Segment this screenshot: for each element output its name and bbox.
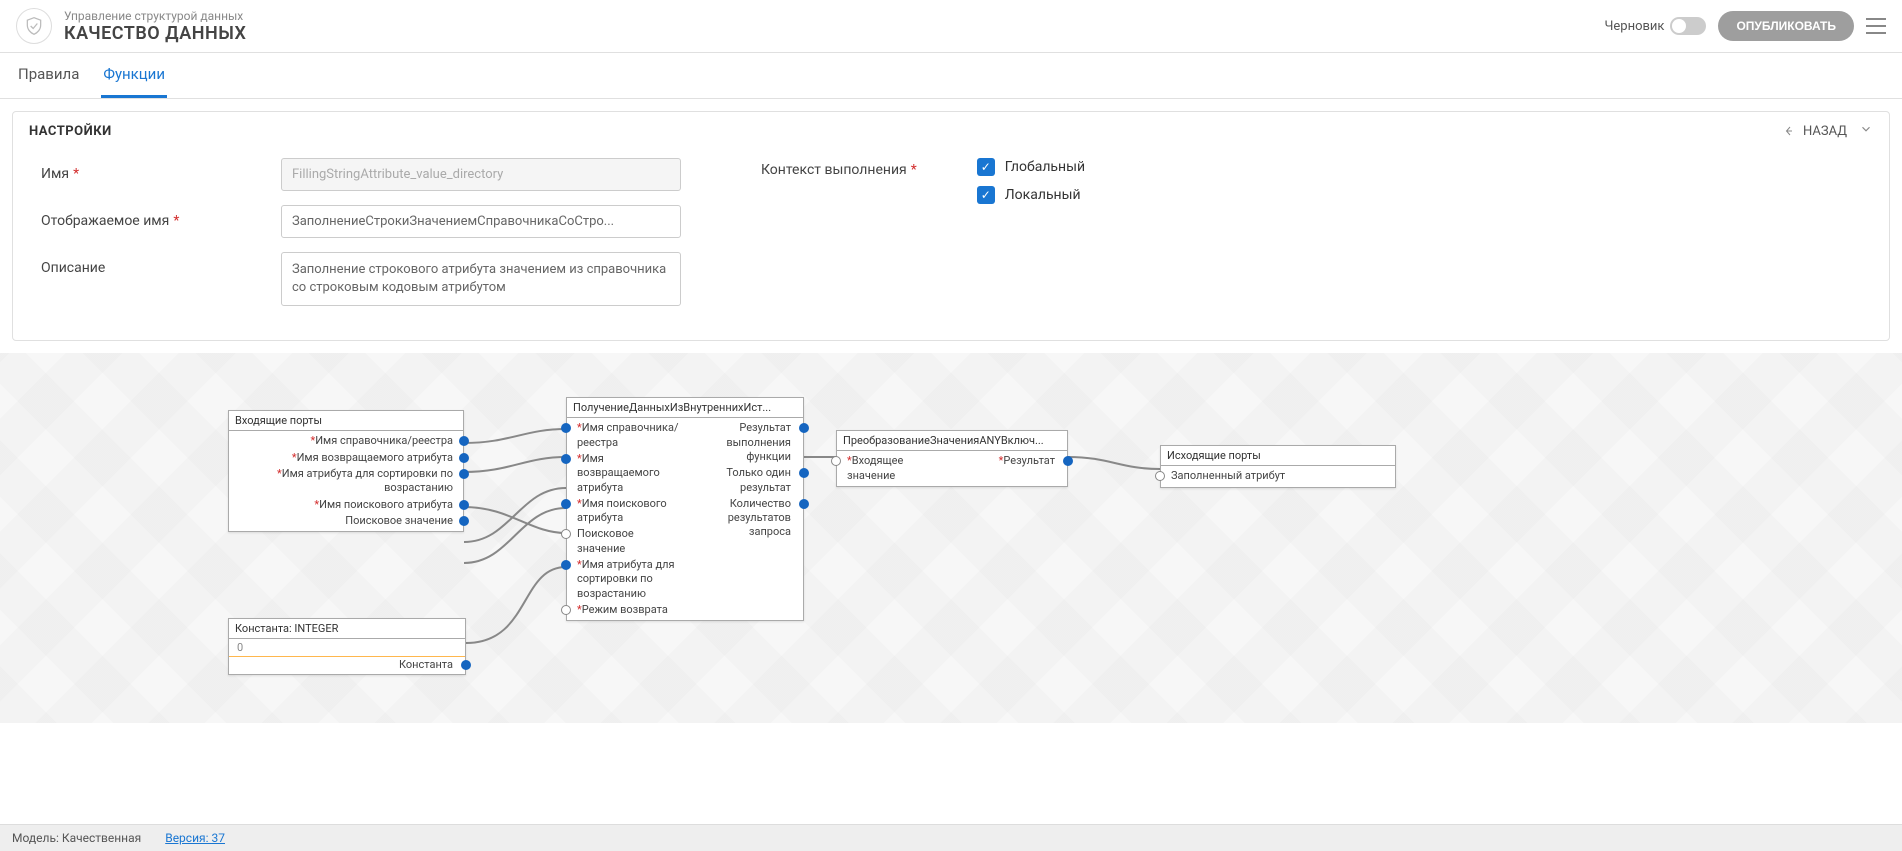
port-out[interactable]: *Результат (952, 453, 1067, 469)
port-in[interactable]: *Имя возвращаемого атрибута (567, 451, 690, 496)
tab-rules[interactable]: Правила (16, 53, 81, 98)
node-header: Входящие порты (229, 411, 463, 431)
port-out[interactable]: Результат выполнения функции (690, 420, 803, 465)
publish-button[interactable]: ОПУБЛИКОВАТЬ (1718, 11, 1854, 41)
port-out[interactable]: Только один результат (690, 465, 803, 496)
node-fetch[interactable]: ПолучениеДанныхИзВнутреннихИст... *Имя с… (566, 397, 804, 621)
display-label: Отображаемое имя* (41, 205, 281, 229)
node-transform[interactable]: ПреобразованиеЗначенияANYВключ... *Входя… (836, 430, 1068, 487)
constant-value: 0 (229, 639, 465, 657)
chevron-down-icon[interactable] (1859, 122, 1873, 140)
tab-functions[interactable]: Функции (101, 53, 167, 98)
toggle-switch[interactable] (1670, 17, 1706, 35)
status-bar: Модель: Качественная Версия: 37 (0, 824, 1902, 851)
check-icon: ✓ (977, 186, 995, 204)
hamburger-icon[interactable] (1866, 18, 1886, 34)
graph-canvas[interactable]: Входящие порты *Имя справочника/реестра … (0, 353, 1902, 723)
port-out[interactable]: *Имя возвращаемого атрибута (229, 450, 463, 466)
node-incoming-ports[interactable]: Входящие порты *Имя справочника/реестра … (228, 410, 464, 532)
name-label: Имя* (41, 158, 281, 182)
shield-icon (16, 8, 52, 44)
node-header: ПреобразованиеЗначенияANYВключ... (837, 431, 1067, 451)
check-icon: ✓ (977, 158, 995, 176)
checkbox-global[interactable]: ✓ Глобальный (977, 158, 1085, 176)
page-title: КАЧЕСТВО ДАННЫХ (64, 23, 1604, 44)
port-in[interactable]: *Имя справочника/реестра (567, 420, 690, 451)
port-out[interactable]: *Имя атрибута для сортировки по возраста… (229, 466, 463, 497)
port-in[interactable]: Заполненный атрибут (1161, 468, 1395, 484)
global-label: Глобальный (1005, 159, 1085, 175)
node-constant[interactable]: Константа: INTEGER 0 Константа (228, 618, 466, 674)
node-header: ПолучениеДанныхИзВнутреннихИст... (567, 398, 803, 418)
port-out[interactable]: *Имя поискового атрибута (229, 497, 463, 513)
port-in[interactable]: *Имя поискового атрибута (567, 496, 690, 527)
name-field: FillingStringAttribute_value_directory (281, 158, 681, 191)
display-field[interactable]: ЗаполнениеСтрокиЗначениемСправочникаСоСт… (281, 205, 681, 238)
node-header: Константа: INTEGER (229, 619, 465, 639)
context-label: Контекст выполнения* (761, 158, 917, 178)
tabs: Правила Функции (0, 53, 1902, 99)
desc-label: Описание (41, 252, 281, 276)
local-label: Локальный (1005, 187, 1081, 203)
port-out[interactable]: Количество результатов запроса (690, 496, 803, 541)
version-status[interactable]: Версия: 37 (165, 831, 225, 845)
back-button[interactable]: НАЗАД (1785, 124, 1847, 139)
panel-title: НАСТРОЙКИ (29, 124, 112, 139)
port-out[interactable]: *Имя справочника/реестра (229, 433, 463, 449)
draft-toggle[interactable]: Черновик (1604, 17, 1706, 35)
port-out[interactable]: Константа (229, 657, 465, 673)
app-header: Управление структурой данных КАЧЕСТВО ДА… (0, 0, 1902, 53)
port-in[interactable]: *Режим возврата (567, 602, 690, 618)
draft-label: Черновик (1604, 19, 1664, 34)
port-out[interactable]: Поисковое значение (229, 513, 463, 529)
back-label: НАЗАД (1803, 124, 1847, 139)
port-in[interactable]: Поисковое значение (567, 526, 690, 557)
settings-panel: НАСТРОЙКИ НАЗАД Имя* FillingStringAttrib… (12, 111, 1890, 341)
port-in[interactable]: *Имя атрибута для сортировки по возраста… (567, 557, 690, 602)
checkbox-local[interactable]: ✓ Локальный (977, 186, 1085, 204)
node-header: Исходящие порты (1161, 446, 1395, 466)
model-status: Модель: Качественная (12, 831, 141, 845)
header-subtitle: Управление структурой данных (64, 9, 1604, 23)
port-in[interactable]: *Входящее значение (837, 453, 952, 484)
node-outgoing-ports[interactable]: Исходящие порты Заполненный атрибут (1160, 445, 1396, 487)
desc-field[interactable]: Заполнение строкового атрибута значением… (281, 252, 681, 306)
